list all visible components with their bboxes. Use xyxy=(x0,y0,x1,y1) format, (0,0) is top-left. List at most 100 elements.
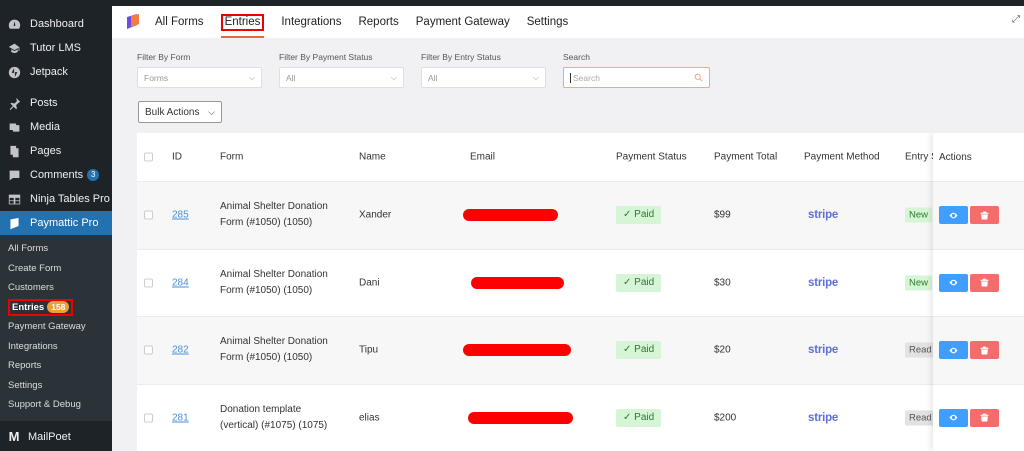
delete-entry-button[interactable] xyxy=(970,273,999,292)
filter-payment-status-value: All xyxy=(286,72,296,83)
header-actions: Actions xyxy=(933,133,1024,182)
table-row: 284 Animal Shelter Donation Form (#1050)… xyxy=(137,250,1024,317)
payment-status-text: Paid xyxy=(634,276,655,288)
entries-table: ID Form Name Email Payment Status Paymen… xyxy=(137,133,1024,451)
stripe-logo: stripe xyxy=(808,276,839,289)
filter-form-label: Filter By Form xyxy=(137,52,191,62)
entry-id-link[interactable]: 284 xyxy=(172,277,189,288)
entry-form: Donation template (vertical) (#1075) (10… xyxy=(220,403,328,431)
entry-name: Xander xyxy=(359,209,392,221)
filter-by-form: Filter By Form Forms ⌵ xyxy=(137,52,262,88)
filter-by-payment-status: Filter By Payment Status All ⌵ xyxy=(279,52,404,88)
filter-entry-status-value: All xyxy=(428,72,438,83)
filter-form-select[interactable]: Forms ⌵ xyxy=(137,67,262,88)
delete-entry-button[interactable] xyxy=(970,408,999,427)
sidebar-item-label: MailPoet xyxy=(28,430,71,443)
media-icon xyxy=(6,119,22,135)
submenu-entries[interactable]: Entries 158 xyxy=(0,298,112,318)
submenu-create-form[interactable]: Create Form xyxy=(0,259,112,279)
email-redaction xyxy=(471,276,564,289)
filter-payment-status-select[interactable]: All ⌵ xyxy=(279,67,404,88)
fullscreen-icon[interactable]: ⤢ xyxy=(1012,14,1020,25)
email-redaction xyxy=(468,411,573,424)
view-entry-button[interactable] xyxy=(939,206,968,225)
sidebar-item-dashboard[interactable]: Dashboard xyxy=(0,12,112,36)
table-row: 282 Animal Shelter Donation Form (#1050)… xyxy=(137,317,1024,385)
table-row: 285 Animal Shelter Donation Form (#1050)… xyxy=(137,182,1024,250)
view-entry-button[interactable] xyxy=(939,273,968,292)
search-placeholder: Search xyxy=(570,72,600,83)
payment-status-text: Paid xyxy=(634,411,655,423)
comments-count-badge: 3 xyxy=(87,169,100,181)
search-label: Search xyxy=(563,52,590,62)
chevron-down-icon: ⌵ xyxy=(532,72,539,82)
row-checkbox[interactable] xyxy=(144,210,153,220)
tab-all-forms[interactable]: All Forms xyxy=(155,6,204,38)
actions-column: Actions xyxy=(933,133,1024,451)
entry-form: Animal Shelter Donation Form (#1050) (10… xyxy=(220,336,328,364)
tab-entries[interactable]: Entries xyxy=(220,6,265,38)
select-all-checkbox[interactable] xyxy=(144,152,153,162)
tab-label: Settings xyxy=(526,16,569,28)
view-entry-button[interactable] xyxy=(939,408,968,427)
sidebar-item-mailpoet[interactable]: M MailPoet xyxy=(0,425,112,449)
entry-id-link[interactable]: 282 xyxy=(172,345,189,356)
mailpoet-icon: M xyxy=(8,429,20,444)
entry-status-badge: New xyxy=(905,207,933,223)
tab-settings[interactable]: Settings xyxy=(527,6,569,38)
entry-id-link[interactable]: 281 xyxy=(172,412,189,423)
sidebar-item-posts[interactable]: Posts xyxy=(0,91,112,115)
tab-reports[interactable]: Reports xyxy=(358,6,398,38)
entry-id-link[interactable]: 285 xyxy=(172,210,189,221)
row-checkbox[interactable] xyxy=(144,345,153,355)
payment-total: $200 xyxy=(714,412,737,424)
sidebar-item-paymattic-pro[interactable]: Paymattic Pro xyxy=(0,211,112,235)
bulk-actions-select[interactable]: Bulk Actions ⌵ xyxy=(138,101,222,123)
sidebar-item-pages[interactable]: Pages xyxy=(0,139,112,163)
submenu-payment-gateway[interactable]: Payment Gateway xyxy=(0,317,112,337)
view-entry-button[interactable] xyxy=(939,341,968,360)
sidebar-item-tutor-lms[interactable]: Tutor LMS xyxy=(0,36,112,60)
payment-status-badge: ✓ Paid xyxy=(616,341,662,360)
bulk-actions-label: Bulk Actions xyxy=(145,106,200,118)
submenu-all-forms[interactable]: All Forms xyxy=(0,239,112,259)
tab-label: Reports xyxy=(358,16,399,28)
email-redaction xyxy=(463,344,571,357)
filter-entry-status-select[interactable]: All ⌵ xyxy=(421,67,546,88)
submenu-support-debug[interactable]: Support & Debug xyxy=(0,395,112,415)
submenu-integrations[interactable]: Integrations xyxy=(0,337,112,357)
sidebar-item-jetpack[interactable]: Jetpack xyxy=(0,60,112,84)
submenu-settings[interactable]: Settings xyxy=(0,376,112,396)
payment-status-text: Paid xyxy=(634,209,655,221)
tab-payment-gateway[interactable]: Payment Gateway xyxy=(416,6,510,38)
submenu-reports[interactable]: Reports xyxy=(0,356,112,376)
jetpack-icon xyxy=(6,64,22,80)
search-input[interactable]: Search xyxy=(563,67,710,88)
filter-entry-status-label: Filter By Entry Status xyxy=(421,52,501,62)
tab-label: All Forms xyxy=(155,16,204,28)
sidebar-item-comments[interactable]: Comments 3 xyxy=(0,163,112,187)
payment-status-badge: ✓ Paid xyxy=(616,206,662,225)
row-checkbox[interactable] xyxy=(144,413,153,423)
sidebar-item-label: Media xyxy=(30,121,60,133)
trash-icon xyxy=(980,211,989,220)
stripe-logo: stripe xyxy=(808,209,839,222)
trash-icon xyxy=(980,413,989,422)
sidebar-item-media[interactable]: Media xyxy=(0,115,112,139)
payment-total: $99 xyxy=(714,209,731,221)
sidebar-item-label: Pages xyxy=(30,145,62,157)
delete-entry-button[interactable] xyxy=(970,341,999,360)
sidebar-item-ninja-tables-pro[interactable]: Ninja Tables Pro xyxy=(0,187,112,211)
entry-status-badge: New xyxy=(905,275,933,291)
tab-integrations[interactable]: Integrations xyxy=(281,6,341,38)
header-payment-method: Payment Method xyxy=(804,151,880,163)
entries-count-badge: 158 xyxy=(47,301,70,313)
row-actions xyxy=(933,182,1024,250)
header-id: ID xyxy=(172,151,182,163)
sidebar-item-label: Paymattic Pro xyxy=(30,217,99,229)
sidebar-item-label: Posts xyxy=(30,97,58,109)
row-checkbox[interactable] xyxy=(144,278,153,288)
delete-entry-button[interactable] xyxy=(970,206,999,225)
submenu-customers[interactable]: Customers xyxy=(0,278,112,298)
sidebar-item-label: Comments xyxy=(30,169,84,181)
